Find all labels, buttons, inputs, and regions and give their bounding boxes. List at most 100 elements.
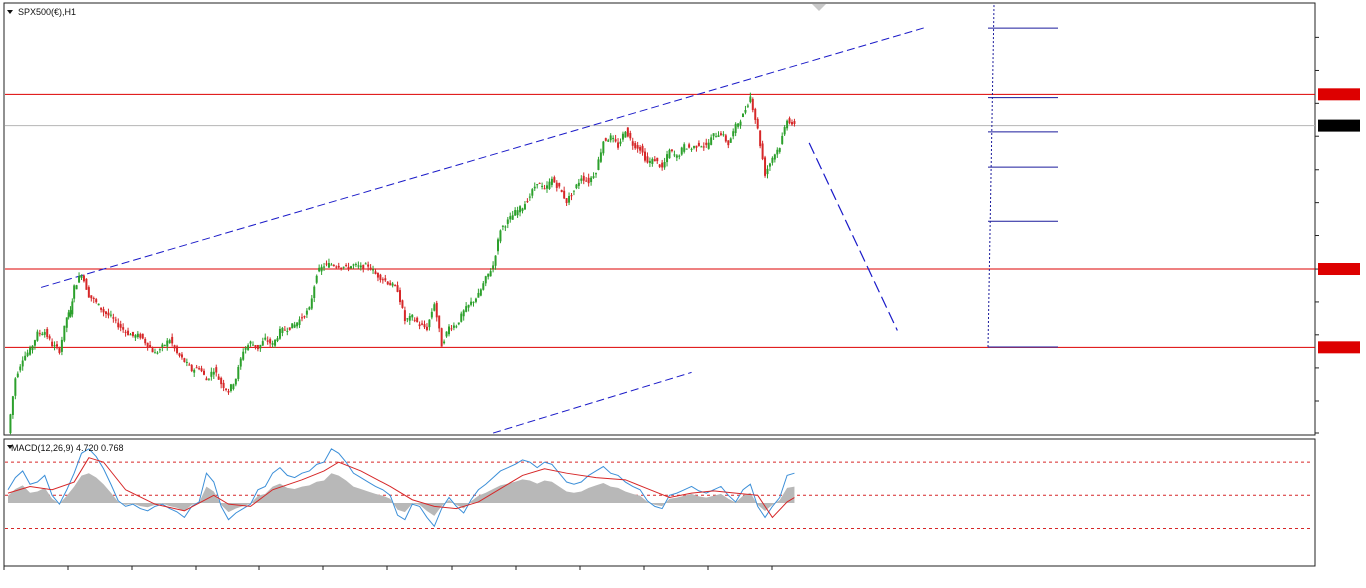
- candle-body: [73, 285, 76, 299]
- candle-body: [276, 338, 279, 342]
- candle-body: [685, 148, 688, 150]
- candle-body: [261, 341, 264, 346]
- candle-body: [455, 326, 458, 328]
- price-badge: [1318, 88, 1360, 101]
- candle-body: [131, 331, 134, 336]
- candle-body: [710, 137, 713, 145]
- candle-body: [597, 159, 600, 170]
- candle-body: [274, 339, 277, 346]
- candle-body: [746, 105, 749, 107]
- candle-body: [185, 361, 188, 363]
- candle-body: [271, 343, 274, 345]
- candle-body: [634, 143, 637, 149]
- candle-body: [46, 329, 49, 337]
- candle-body: [506, 219, 509, 224]
- candle-body: [607, 140, 610, 142]
- candle-body: [225, 388, 228, 390]
- price-badge: [1318, 341, 1360, 354]
- candle-body: [570, 195, 573, 197]
- candle-body: [21, 360, 24, 367]
- candle-body: [215, 367, 218, 373]
- candle-body: [239, 358, 242, 367]
- candle-body: [176, 346, 179, 354]
- candle-body: [739, 121, 742, 126]
- candle-body: [514, 210, 517, 216]
- candle-body: [516, 210, 519, 216]
- candle-body: [575, 184, 578, 189]
- candle-body: [278, 328, 281, 339]
- candle-body: [702, 146, 705, 148]
- candle-body: [707, 142, 710, 149]
- candle-body: [452, 325, 455, 328]
- candle-body: [499, 230, 502, 242]
- candle-body: [631, 141, 634, 146]
- candle-body: [644, 151, 646, 161]
- candle-body: [715, 136, 718, 138]
- candle-body: [67, 312, 70, 318]
- candle-body: [310, 298, 313, 309]
- candle-body: [332, 265, 335, 267]
- candle-body: [102, 309, 105, 313]
- candle-body: [428, 319, 431, 328]
- candle-body: [523, 204, 526, 210]
- candle-body: [166, 340, 169, 347]
- candle-body: [16, 373, 19, 378]
- candle-body: [190, 365, 193, 372]
- candle-body: [323, 266, 326, 268]
- candle-body: [315, 275, 318, 283]
- candle-body: [56, 344, 58, 347]
- candle-body: [773, 154, 776, 160]
- candle-body: [421, 323, 424, 325]
- candle-body: [585, 180, 588, 182]
- candle-body: [768, 163, 771, 167]
- candle-body: [296, 322, 299, 327]
- candle-body: [31, 345, 34, 351]
- candle-body: [391, 283, 394, 286]
- candle-body: [624, 131, 627, 138]
- candle-body: [48, 336, 51, 339]
- candle-body: [109, 314, 112, 316]
- candle-body: [550, 178, 553, 185]
- candle-body: [305, 310, 308, 315]
- candle-body: [636, 145, 639, 149]
- candle-body: [599, 152, 602, 162]
- candle-body: [205, 378, 208, 381]
- indicator-label: MACD(12,26,9) 4.720 0.768: [11, 443, 124, 453]
- candle-body: [470, 301, 473, 305]
- candle-body: [791, 122, 793, 125]
- candle-body: [269, 339, 272, 344]
- candle-body: [252, 344, 254, 346]
- candle-body: [212, 371, 215, 375]
- candle-body: [335, 266, 338, 268]
- candle-body: [403, 310, 406, 322]
- candle-body: [122, 327, 125, 330]
- candle-body: [433, 304, 436, 311]
- candle-body: [712, 133, 715, 137]
- candle-body: [163, 344, 166, 346]
- candle-body: [401, 300, 404, 308]
- candle-body: [697, 142, 700, 146]
- candle-body: [207, 378, 210, 380]
- candle-body: [724, 135, 727, 142]
- candle-body: [24, 355, 27, 361]
- candle-body: [362, 264, 365, 270]
- candle-body: [90, 295, 93, 299]
- candle-body: [11, 396, 14, 415]
- candle-body: [465, 306, 468, 312]
- candle-body: [384, 278, 387, 281]
- candle-body: [430, 311, 433, 318]
- candle-body: [134, 335, 137, 338]
- price-chart[interactable]: SPX500(€),H1 MACD(12,26,9) 4.720 0.768: [0, 0, 1366, 588]
- candle-body: [621, 133, 624, 140]
- candle-body: [604, 138, 607, 141]
- candle-body: [156, 352, 159, 354]
- candle-body: [572, 190, 575, 192]
- candle-body: [352, 264, 355, 266]
- candle-body: [612, 137, 615, 140]
- candle-body: [78, 276, 81, 283]
- candle-body: [136, 333, 139, 338]
- candle-body: [19, 366, 22, 371]
- candle-body: [107, 312, 110, 316]
- candle-body: [626, 127, 629, 137]
- time-axis: [3, 566, 773, 570]
